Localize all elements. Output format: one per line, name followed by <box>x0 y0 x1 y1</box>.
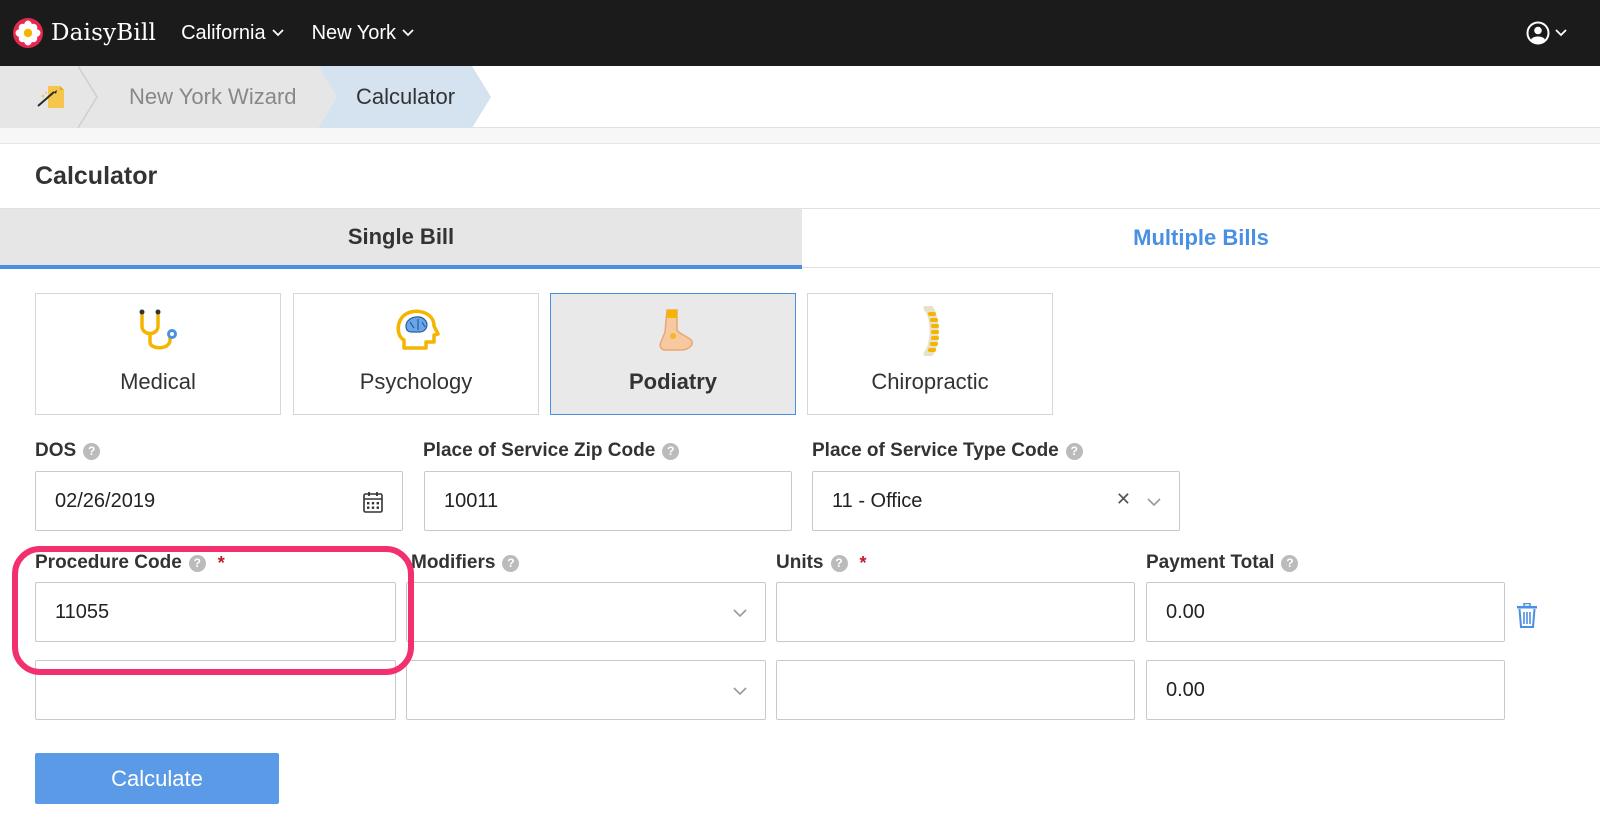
tab-single-bill[interactable]: Single Bill <box>0 209 802 269</box>
calculator-panel: Calculator Single Bill Multiple Bills Me… <box>0 143 1600 838</box>
breadcrumb-current: Calculator <box>356 84 456 109</box>
type-code-selected: 11 - Office <box>832 489 923 512</box>
foot-icon <box>659 309 693 351</box>
units-input[interactable] <box>796 678 1067 702</box>
user-menu[interactable] <box>1526 21 1567 45</box>
zip-field[interactable] <box>424 471 792 531</box>
service-card-label: Medical <box>120 369 196 394</box>
help-icon[interactable]: ? <box>1281 554 1299 572</box>
wizard-home-icon[interactable] <box>34 82 68 112</box>
dos-field[interactable] <box>35 471 403 531</box>
service-card-medical[interactable]: Medical <box>35 293 281 415</box>
nav-menu-label: New York <box>311 21 397 44</box>
type-code-label: Place of Service Type Code ? <box>812 440 1083 462</box>
required-marker: * <box>217 552 225 573</box>
chevron-down-icon <box>402 29 414 37</box>
nav-menu-label: California <box>181 21 266 44</box>
procedure-code-input[interactable] <box>55 678 327 702</box>
units-field[interactable] <box>776 582 1135 642</box>
type-code-select[interactable]: 11 - Office ✕ <box>812 471 1180 531</box>
calculate-button[interactable]: Calculate <box>35 753 279 804</box>
service-card-label: Psychology <box>359 369 473 394</box>
dos-input[interactable] <box>55 489 333 513</box>
service-card-psychology[interactable]: Psychology <box>293 293 539 415</box>
procedure-code-label: Procedure Code ? * <box>35 552 225 574</box>
breadcrumb-wizard-link[interactable]: New York Wizard <box>129 84 297 110</box>
zip-label: Place of Service Zip Code ? <box>423 440 680 462</box>
brain-icon <box>396 309 440 350</box>
dos-label: DOS ? <box>35 440 101 462</box>
stethoscope-icon <box>139 309 177 350</box>
nav-menu-california[interactable]: California <box>181 21 284 45</box>
chevron-down-icon <box>733 687 747 696</box>
top-navbar: DaisyBill California New York <box>0 0 1600 66</box>
payment-total-label: Payment Total ? <box>1146 552 1299 574</box>
bill-tabs: Single Bill Multiple Bills <box>0 208 1600 269</box>
chevron-down-icon <box>1147 498 1161 507</box>
units-input[interactable] <box>796 600 1067 624</box>
payment-total-input[interactable] <box>1166 600 1437 624</box>
modifiers-label: Modifiers ? <box>411 552 520 574</box>
service-card-label: Podiatry <box>628 369 718 394</box>
payment-total-label-text: Payment Total <box>1146 552 1275 573</box>
procedure-code-label-text: Procedure Code <box>35 552 182 573</box>
units-label-text: Units <box>776 552 824 573</box>
service-card-chiropractic[interactable]: Chiropractic <box>807 293 1053 415</box>
user-avatar-icon <box>1526 21 1550 45</box>
required-marker: * <box>859 552 867 573</box>
payment-total-input[interactable] <box>1166 678 1437 702</box>
procedure-code-input[interactable] <box>55 600 327 624</box>
nav-menu-new-york[interactable]: New York <box>312 22 415 45</box>
modifiers-label-text: Modifiers <box>411 552 496 573</box>
type-code-label-text: Place of Service Type Code <box>812 440 1059 461</box>
help-icon[interactable]: ? <box>662 442 680 460</box>
zip-input[interactable] <box>444 489 722 513</box>
help-icon[interactable]: ? <box>830 554 848 572</box>
brand-name: DaisyBill <box>51 20 157 46</box>
modifiers-select[interactable] <box>406 660 766 720</box>
help-icon[interactable]: ? <box>1065 442 1083 460</box>
spine-icon <box>923 306 939 356</box>
daisy-logo-icon <box>13 18 43 48</box>
procedure-code-field[interactable] <box>35 582 396 642</box>
breadcrumb: New York Wizard Calculator <box>0 66 1600 128</box>
tab-multiple-bills[interactable]: Multiple Bills <box>802 209 1600 267</box>
dos-label-text: DOS <box>35 440 77 461</box>
modifiers-select[interactable] <box>406 582 766 642</box>
service-card-label: Chiropractic <box>871 369 989 394</box>
payment-total-field[interactable] <box>1146 582 1505 642</box>
brand-link[interactable]: DaisyBill <box>12 0 156 66</box>
payment-total-field[interactable] <box>1146 660 1505 720</box>
page-title: Calculator <box>35 162 158 190</box>
chevron-down-icon <box>1555 29 1567 37</box>
chevron-down-icon <box>733 609 747 618</box>
service-card-podiatry[interactable]: Podiatry <box>550 293 796 415</box>
zip-label-text: Place of Service Zip Code <box>423 440 656 461</box>
help-icon[interactable]: ? <box>188 554 206 572</box>
clear-icon[interactable]: ✕ <box>1116 489 1131 510</box>
trash-icon[interactable] <box>1516 603 1538 628</box>
calendar-icon[interactable] <box>363 491 383 513</box>
help-icon[interactable]: ? <box>502 554 520 572</box>
units-field[interactable] <box>776 660 1135 720</box>
procedure-code-field[interactable] <box>35 660 396 720</box>
chevron-down-icon <box>271 29 284 37</box>
help-icon[interactable]: ? <box>83 442 101 460</box>
units-label: Units ? * <box>776 552 867 574</box>
